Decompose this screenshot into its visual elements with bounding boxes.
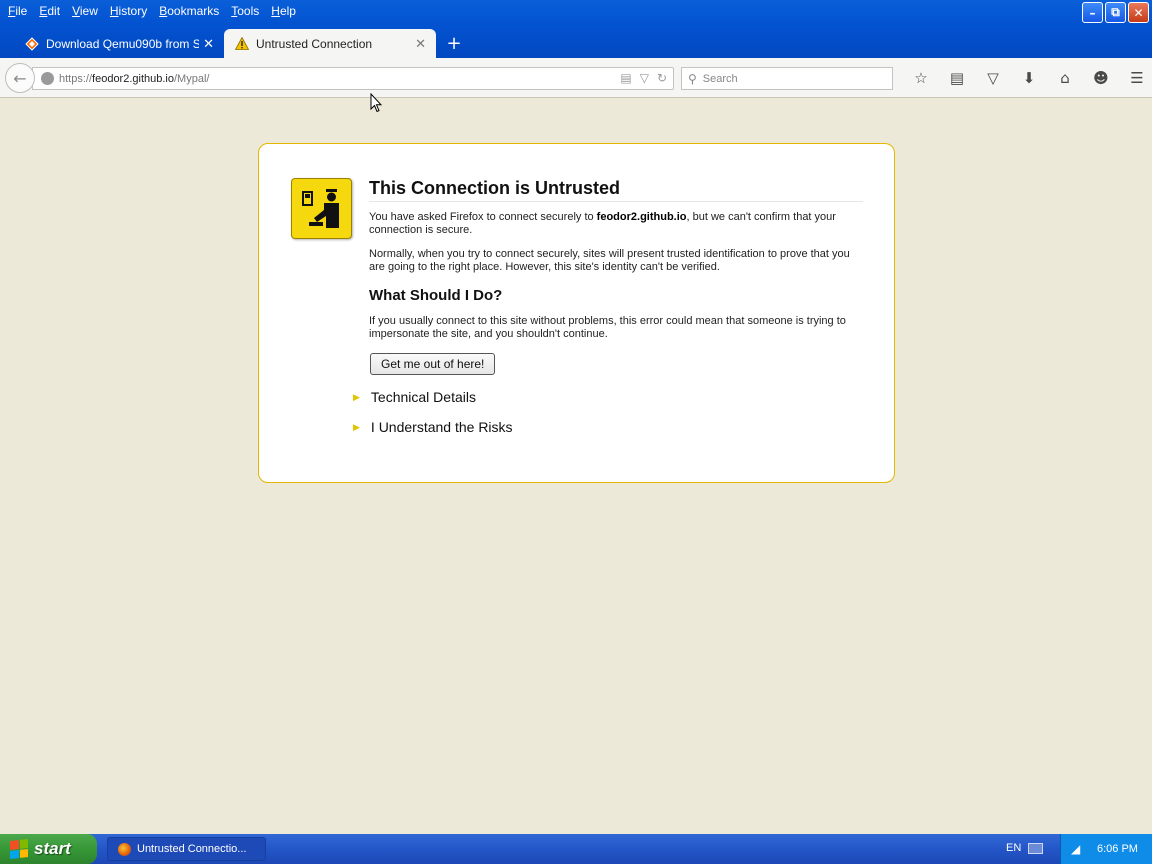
menu-bar: File Edit View History Bookmarks Tools H…: [0, 0, 304, 22]
menu-tools[interactable]: Tools: [227, 4, 267, 18]
url-bar[interactable]: https://feodor2.github.io/Mypal/ ▤ ▽ ↻: [32, 67, 674, 90]
bookmark-star-icon[interactable]: ☆: [903, 67, 939, 89]
system-tray: ◢ 6:06 PM: [1060, 834, 1152, 864]
start-button[interactable]: start: [0, 834, 97, 864]
close-tab-icon[interactable]: ✕: [203, 36, 214, 52]
url-actions: ▤ ▽ ↻: [620, 71, 667, 85]
firefox-icon: [118, 842, 131, 856]
technical-details-expander[interactable]: ▶ Technical Details: [353, 389, 476, 405]
menu-hamburger-icon[interactable]: ☰: [1119, 67, 1152, 89]
technical-details-label: Technical Details: [370, 389, 476, 405]
taskbar-item-firefox[interactable]: Untrusted Connectio...: [107, 837, 266, 861]
close-tab-icon[interactable]: ✕: [415, 36, 426, 52]
search-placeholder: Search: [702, 72, 738, 85]
hello-icon[interactable]: ☻: [1083, 67, 1119, 89]
error-title: This Connection is Untrusted: [369, 178, 863, 202]
reload-icon[interactable]: ↻: [657, 71, 667, 85]
warning-icon: [234, 36, 250, 52]
tab-download-qemu[interactable]: Download Qemu090b from So... ✕: [14, 29, 224, 58]
intro-text: You have asked Firefox to connect secure…: [369, 211, 597, 223]
minimize-button[interactable]: –: [1082, 2, 1103, 23]
downloads-icon[interactable]: ⬇: [1011, 67, 1047, 89]
menu-view[interactable]: View: [68, 4, 106, 18]
back-arrow-icon: ←: [13, 68, 27, 88]
url-text: https://feodor2.github.io/Mypal/: [59, 73, 209, 85]
tab-strip: Download Qemu090b from So... ✕ Untrusted…: [0, 29, 1152, 58]
menu-history[interactable]: History: [106, 4, 155, 18]
what-should-i-do-text: If you usually connect to this site with…: [369, 315, 846, 340]
mouse-cursor-icon: [370, 93, 382, 113]
close-window-button[interactable]: ✕: [1128, 2, 1149, 23]
bookmarks-list-icon[interactable]: ▤: [939, 67, 975, 89]
menu-file[interactable]: File: [4, 4, 35, 18]
navigation-toolbar: https://feodor2.github.io/Mypal/ ▤ ▽ ↻ ←…: [0, 58, 1152, 98]
new-tab-button[interactable]: +: [442, 29, 466, 58]
expand-triangle-icon: ▶: [353, 421, 360, 432]
what-should-i-do-heading: What Should I Do?: [369, 287, 503, 304]
window-controls: – ⧉ ✕: [1082, 2, 1149, 23]
menu-help[interactable]: Help: [267, 4, 304, 18]
error-panel: This Connection is Untrusted You have as…: [258, 143, 895, 483]
home-icon[interactable]: ⌂: [1047, 67, 1083, 89]
intro-host: feodor2.github.io: [596, 211, 687, 223]
network-icon[interactable]: ◢: [1071, 842, 1085, 856]
pocket-icon[interactable]: ▽: [975, 67, 1011, 89]
menu-bookmarks[interactable]: Bookmarks: [155, 4, 227, 18]
error-intro: You have asked Firefox to connect secure…: [369, 211, 863, 237]
dropdown-arrow-icon[interactable]: ▽: [640, 71, 649, 85]
get-me-out-button[interactable]: Get me out of here!: [370, 353, 496, 375]
understand-risks-label: I Understand the Risks: [370, 419, 513, 435]
keyboard-icon[interactable]: [1028, 843, 1043, 854]
reader-view-icon[interactable]: ▤: [620, 71, 631, 85]
understand-risks-expander[interactable]: ▶ I Understand the Risks: [353, 419, 513, 435]
tab-untrusted-connection[interactable]: Untrusted Connection ✕: [224, 29, 436, 58]
url-host: feodor2.github.io: [92, 72, 174, 85]
window-titlebar: File Edit View History Bookmarks Tools H…: [0, 0, 1152, 58]
certificate-officer-icon: [291, 178, 352, 239]
taskbar-item-label: Untrusted Connectio...: [137, 843, 247, 855]
expand-triangle-icon: ▶: [353, 391, 360, 402]
tab-label: Untrusted Connection: [256, 36, 373, 51]
error-explanation: Normally, when you try to connect secure…: [369, 248, 850, 273]
back-button[interactable]: ←: [5, 63, 35, 93]
taskbar: start Untrusted Connectio... EN ◢ 6:06 P…: [0, 834, 1152, 864]
sourceforge-icon: [24, 36, 40, 52]
search-icon: ⚲: [688, 71, 697, 86]
windows-logo-icon: [10, 839, 28, 859]
page-content: This Connection is Untrusted You have as…: [0, 99, 1152, 834]
tab-label: Download Qemu090b from So...: [46, 36, 200, 51]
globe-icon: [41, 72, 54, 85]
restore-button[interactable]: ⧉: [1105, 2, 1126, 23]
url-scheme: https://: [59, 72, 93, 85]
url-path: /Mypal/: [173, 72, 210, 85]
start-label: start: [34, 839, 71, 858]
toolbar-icons: ☆ ▤ ▽ ⬇ ⌂ ☻ ☰: [903, 67, 1152, 89]
clock[interactable]: 6:06 PM: [1097, 843, 1138, 855]
menu-edit[interactable]: Edit: [35, 4, 68, 18]
language-indicator[interactable]: EN: [1006, 842, 1021, 854]
search-bar[interactable]: ⚲ Search: [681, 67, 893, 90]
